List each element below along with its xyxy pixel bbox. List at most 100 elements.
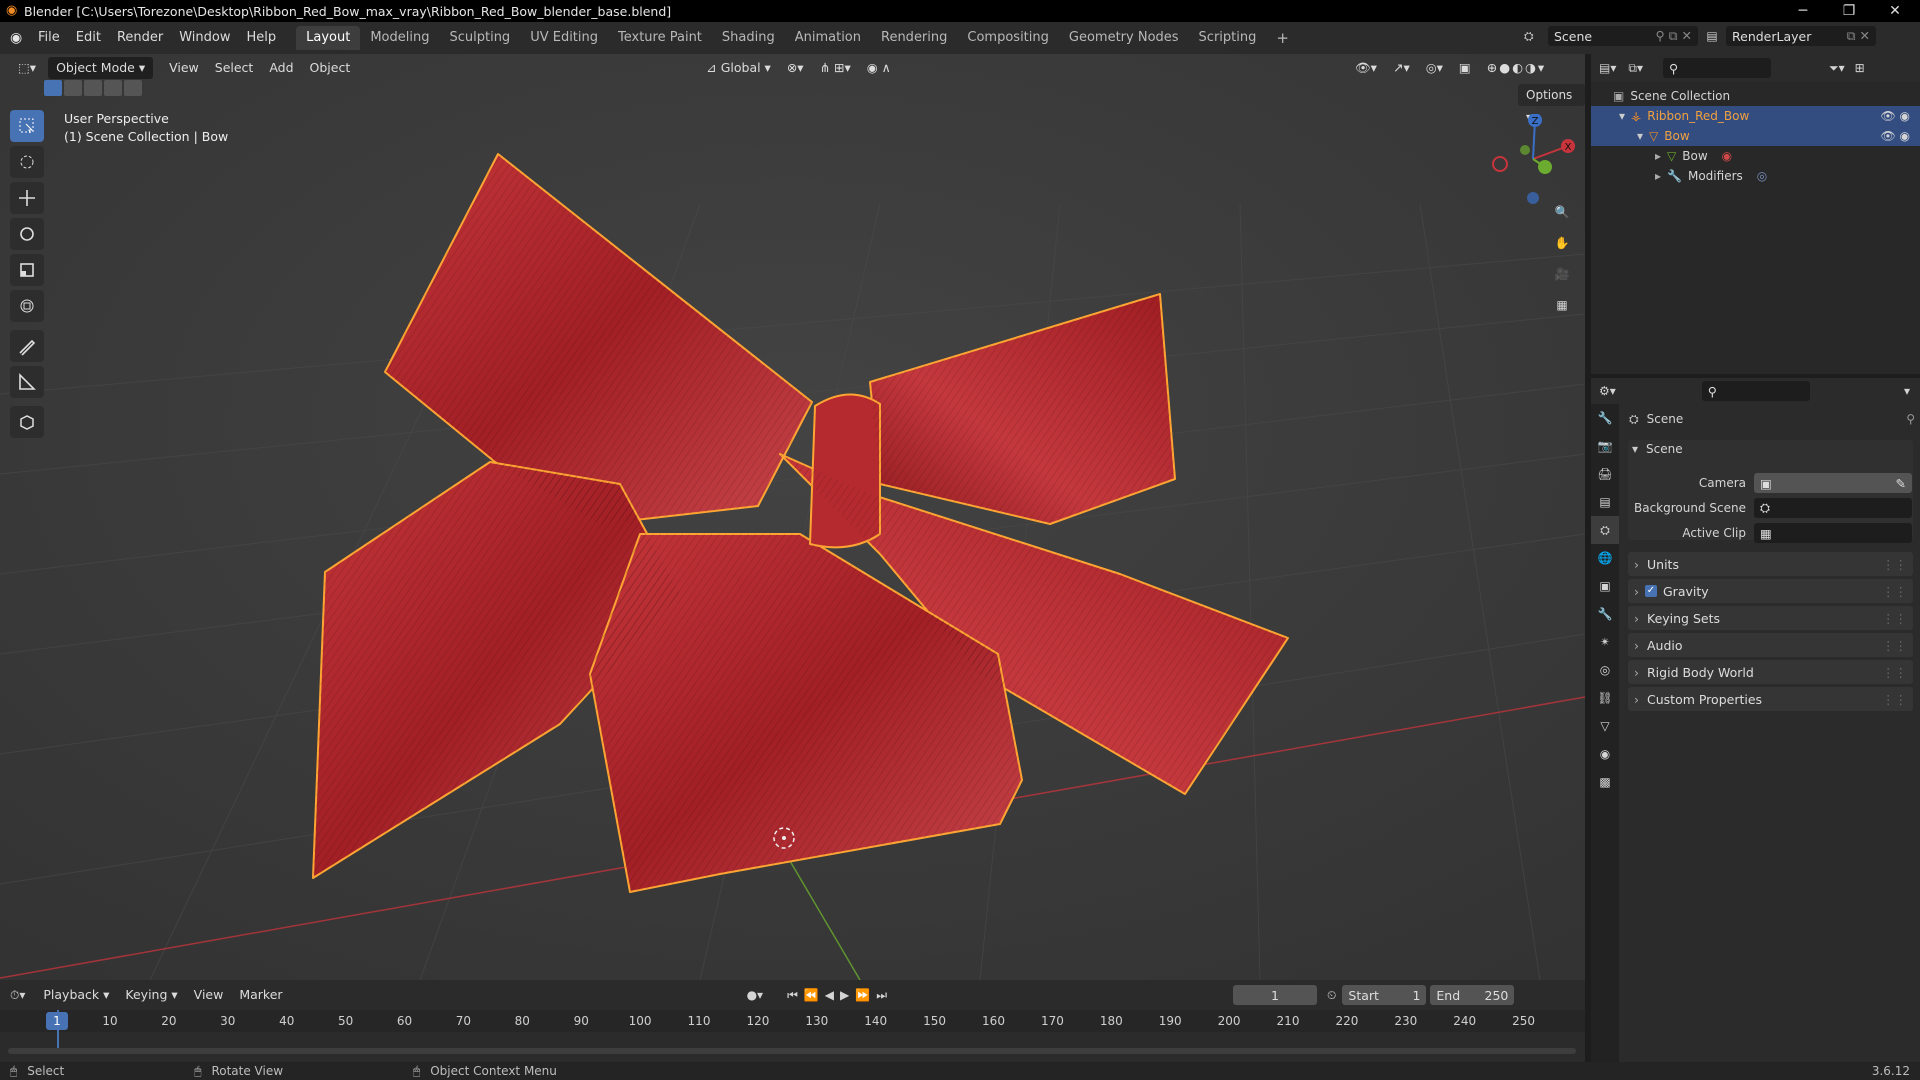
outliner[interactable]: ▤▾ ⧉▾ ⚲ ⏷▾ ⊞ ▣ Scene Collection ▾ ⚶ Ribb… (1591, 54, 1920, 374)
pivot-icon[interactable]: ⊗▾ (779, 57, 812, 79)
tab-scripting[interactable]: Scripting (1189, 26, 1267, 50)
properties-search-input[interactable]: ⚲ (1701, 381, 1810, 401)
tab-layout[interactable]: Layout (296, 26, 361, 50)
minimize-button[interactable]: ─ (1780, 0, 1826, 22)
tab-geometry-nodes[interactable]: Geometry Nodes (1059, 26, 1189, 50)
scene-selector[interactable]: Scene ⚲ ⧉ ✕ (1548, 26, 1698, 46)
ortho-grid-icon[interactable]: ▦ (1548, 291, 1576, 319)
menu-add[interactable]: Add (261, 57, 301, 79)
record-icon[interactable]: ●▾ (747, 988, 764, 1002)
gravity-checkbox[interactable]: ✓ (1645, 585, 1657, 597)
gizmo-y-icon[interactable] (1538, 160, 1552, 174)
expand-arrow-icon[interactable]: ▸ (1655, 169, 1661, 183)
navigation-gizmo[interactable]: X Z (1488, 114, 1578, 204)
end-frame-field[interactable]: End 250 (1430, 985, 1515, 1005)
clock-icon[interactable]: ⏲ (1327, 988, 1336, 1003)
drag-handle-icon[interactable]: ⋮⋮ (1882, 665, 1907, 680)
proportional-edit-icon[interactable]: ◉ ∧ (859, 57, 899, 79)
orientation-dropdown[interactable]: ⊿ Global ▾ (698, 57, 779, 79)
tab-rendering[interactable]: Rendering (871, 26, 957, 50)
tool-tab-icon[interactable]: 🔧 (1591, 404, 1619, 432)
pan-hand-icon[interactable]: ✋ (1548, 229, 1576, 257)
options-dropdown[interactable]: Options ▾ (1518, 84, 1585, 124)
editor-type-icon[interactable]: ⬚▾ (10, 57, 44, 79)
blender-menu-icon[interactable]: ◉ (10, 30, 30, 46)
rotate-tool[interactable] (10, 218, 44, 250)
drag-handle-icon[interactable]: ⋮⋮ (1882, 557, 1907, 572)
zoom-icon[interactable]: 🔍 (1548, 198, 1576, 226)
view-layer-selector[interactable]: RenderLayer ⧉ ✕ (1726, 26, 1876, 46)
select-new-icon[interactable] (44, 80, 62, 96)
select-subtract-icon[interactable] (84, 80, 102, 96)
outliner-row-bow-mesh[interactable]: ▸ ▽ Bow ◉ (1591, 146, 1920, 166)
tab-animation[interactable]: Animation (785, 26, 871, 50)
panel-rigid-body-world[interactable]: › Rigid Body World ⋮⋮ (1628, 660, 1913, 684)
visibility-icon[interactable]: 👁▾ (1347, 57, 1385, 79)
snap-icon[interactable]: ⋔ ⊞▾ (812, 57, 859, 79)
properties-editor-icon[interactable]: ⚙▾ (1599, 384, 1616, 398)
menu-render[interactable]: Render (109, 27, 171, 49)
pin-icon[interactable]: ⚲ ⧉ ✕ (1655, 28, 1692, 44)
select-invert-icon[interactable] (104, 80, 122, 96)
outliner-row-bow[interactable]: ▾ ▽ Bow 👁 ◉ (1591, 126, 1920, 146)
marker-menu[interactable]: Marker (231, 984, 290, 1006)
modifier-tab-icon[interactable]: 🔧 (1591, 600, 1619, 628)
menu-window[interactable]: Window (171, 27, 238, 49)
cursor-tool[interactable] (10, 146, 44, 178)
tab-sculpting[interactable]: Sculpting (439, 26, 520, 50)
select-extend-icon[interactable] (64, 80, 82, 96)
outliner-search-input[interactable]: ⚲ (1662, 58, 1771, 78)
panel-gravity[interactable]: › ✓ Gravity ⋮⋮ (1628, 579, 1913, 603)
material-tab-icon[interactable]: ◉ (1591, 740, 1619, 768)
tab-uv-editing[interactable]: UV Editing (520, 26, 608, 50)
annotate-tool[interactable] (10, 330, 44, 362)
menu-select[interactable]: Select (207, 57, 262, 79)
current-frame-field[interactable]: 1 (1233, 985, 1318, 1005)
drag-handle-icon[interactable]: ⋮⋮ (1882, 638, 1907, 653)
tab-shading[interactable]: Shading (712, 26, 785, 50)
pin-icon[interactable]: ⚲ (1906, 412, 1915, 426)
outliner-filter-icon[interactable]: ⏷▾ (1829, 61, 1845, 76)
menu-object[interactable]: Object (302, 57, 359, 79)
outliner-row-modifiers[interactable]: ▸ 🔧 Modifiers ◎ (1591, 166, 1920, 186)
tab-compositing[interactable]: Compositing (957, 26, 1059, 50)
background-scene-field[interactable]: ⛭ (1754, 498, 1912, 518)
particles-tab-icon[interactable]: ✴ (1591, 628, 1619, 656)
render-tab-icon[interactable]: 📷 (1591, 432, 1619, 460)
add-cube-tool[interactable] (10, 406, 44, 438)
visibility-eye-icon[interactable]: 👁 ◉ (1880, 109, 1910, 123)
drag-handle-icon[interactable]: ⋮⋮ (1882, 692, 1907, 707)
menu-file[interactable]: File (30, 27, 68, 49)
camera-view-icon[interactable]: 🎥 (1548, 260, 1576, 288)
shading-mode-buttons[interactable]: ⊕●◐◑▾ (1479, 57, 1554, 79)
active-clip-field[interactable]: ▦ (1754, 523, 1912, 543)
properties-options-icon[interactable]: ▾ (1904, 384, 1910, 398)
visibility-eye-icon[interactable]: 👁 ◉ (1880, 129, 1910, 143)
constraints-tab-icon[interactable]: ⛓ (1591, 684, 1619, 712)
world-tab-icon[interactable]: 🌐 (1591, 544, 1619, 572)
timeline-editor-icon[interactable]: ⏱▾ (10, 988, 25, 1003)
playback-controls[interactable]: ⏮⏪◀▶⏩⏭ (787, 988, 893, 1003)
object-tab-icon[interactable]: ▣ (1591, 572, 1619, 600)
timeline-view-menu[interactable]: View (186, 984, 232, 1006)
outliner-row-ribbon-red-bow[interactable]: ▾ ⚶ Ribbon_Red_Bow 👁 ◉ (1591, 106, 1920, 126)
timeline-scrollbar[interactable] (8, 1048, 1576, 1054)
texture-tab-icon[interactable]: ▩ (1591, 768, 1619, 796)
outliner-display-mode-icon[interactable]: ⧉▾ (1628, 61, 1643, 76)
panel-units[interactable]: › Units ⋮⋮ (1628, 552, 1913, 576)
camera-field[interactable]: ▣ ✎ (1754, 473, 1912, 493)
move-tool[interactable] (10, 182, 44, 214)
mode-dropdown[interactable]: Object Mode ▾ (48, 57, 154, 79)
xray-icon[interactable]: ▣ (1451, 57, 1479, 79)
view-layer-actions-icon[interactable]: ⧉ ✕ (1847, 28, 1870, 44)
scene-icon[interactable]: ⛭ (1524, 29, 1548, 44)
panel-keying-sets[interactable]: › Keying Sets ⋮⋮ (1628, 606, 1913, 630)
physics-tab-icon[interactable]: ◎ (1591, 656, 1619, 684)
gizmo-neg-x-icon[interactable] (1492, 156, 1508, 172)
menu-help[interactable]: Help (239, 27, 285, 49)
menu-edit[interactable]: Edit (68, 27, 109, 49)
tab-modeling[interactable]: Modeling (360, 26, 439, 50)
viewport-canvas[interactable] (0, 54, 1585, 980)
chevron-down-icon[interactable]: ▾ (1632, 442, 1638, 456)
3d-viewport[interactable]: ⬚▾ Object Mode ▾ View Select Add Object … (0, 54, 1585, 980)
